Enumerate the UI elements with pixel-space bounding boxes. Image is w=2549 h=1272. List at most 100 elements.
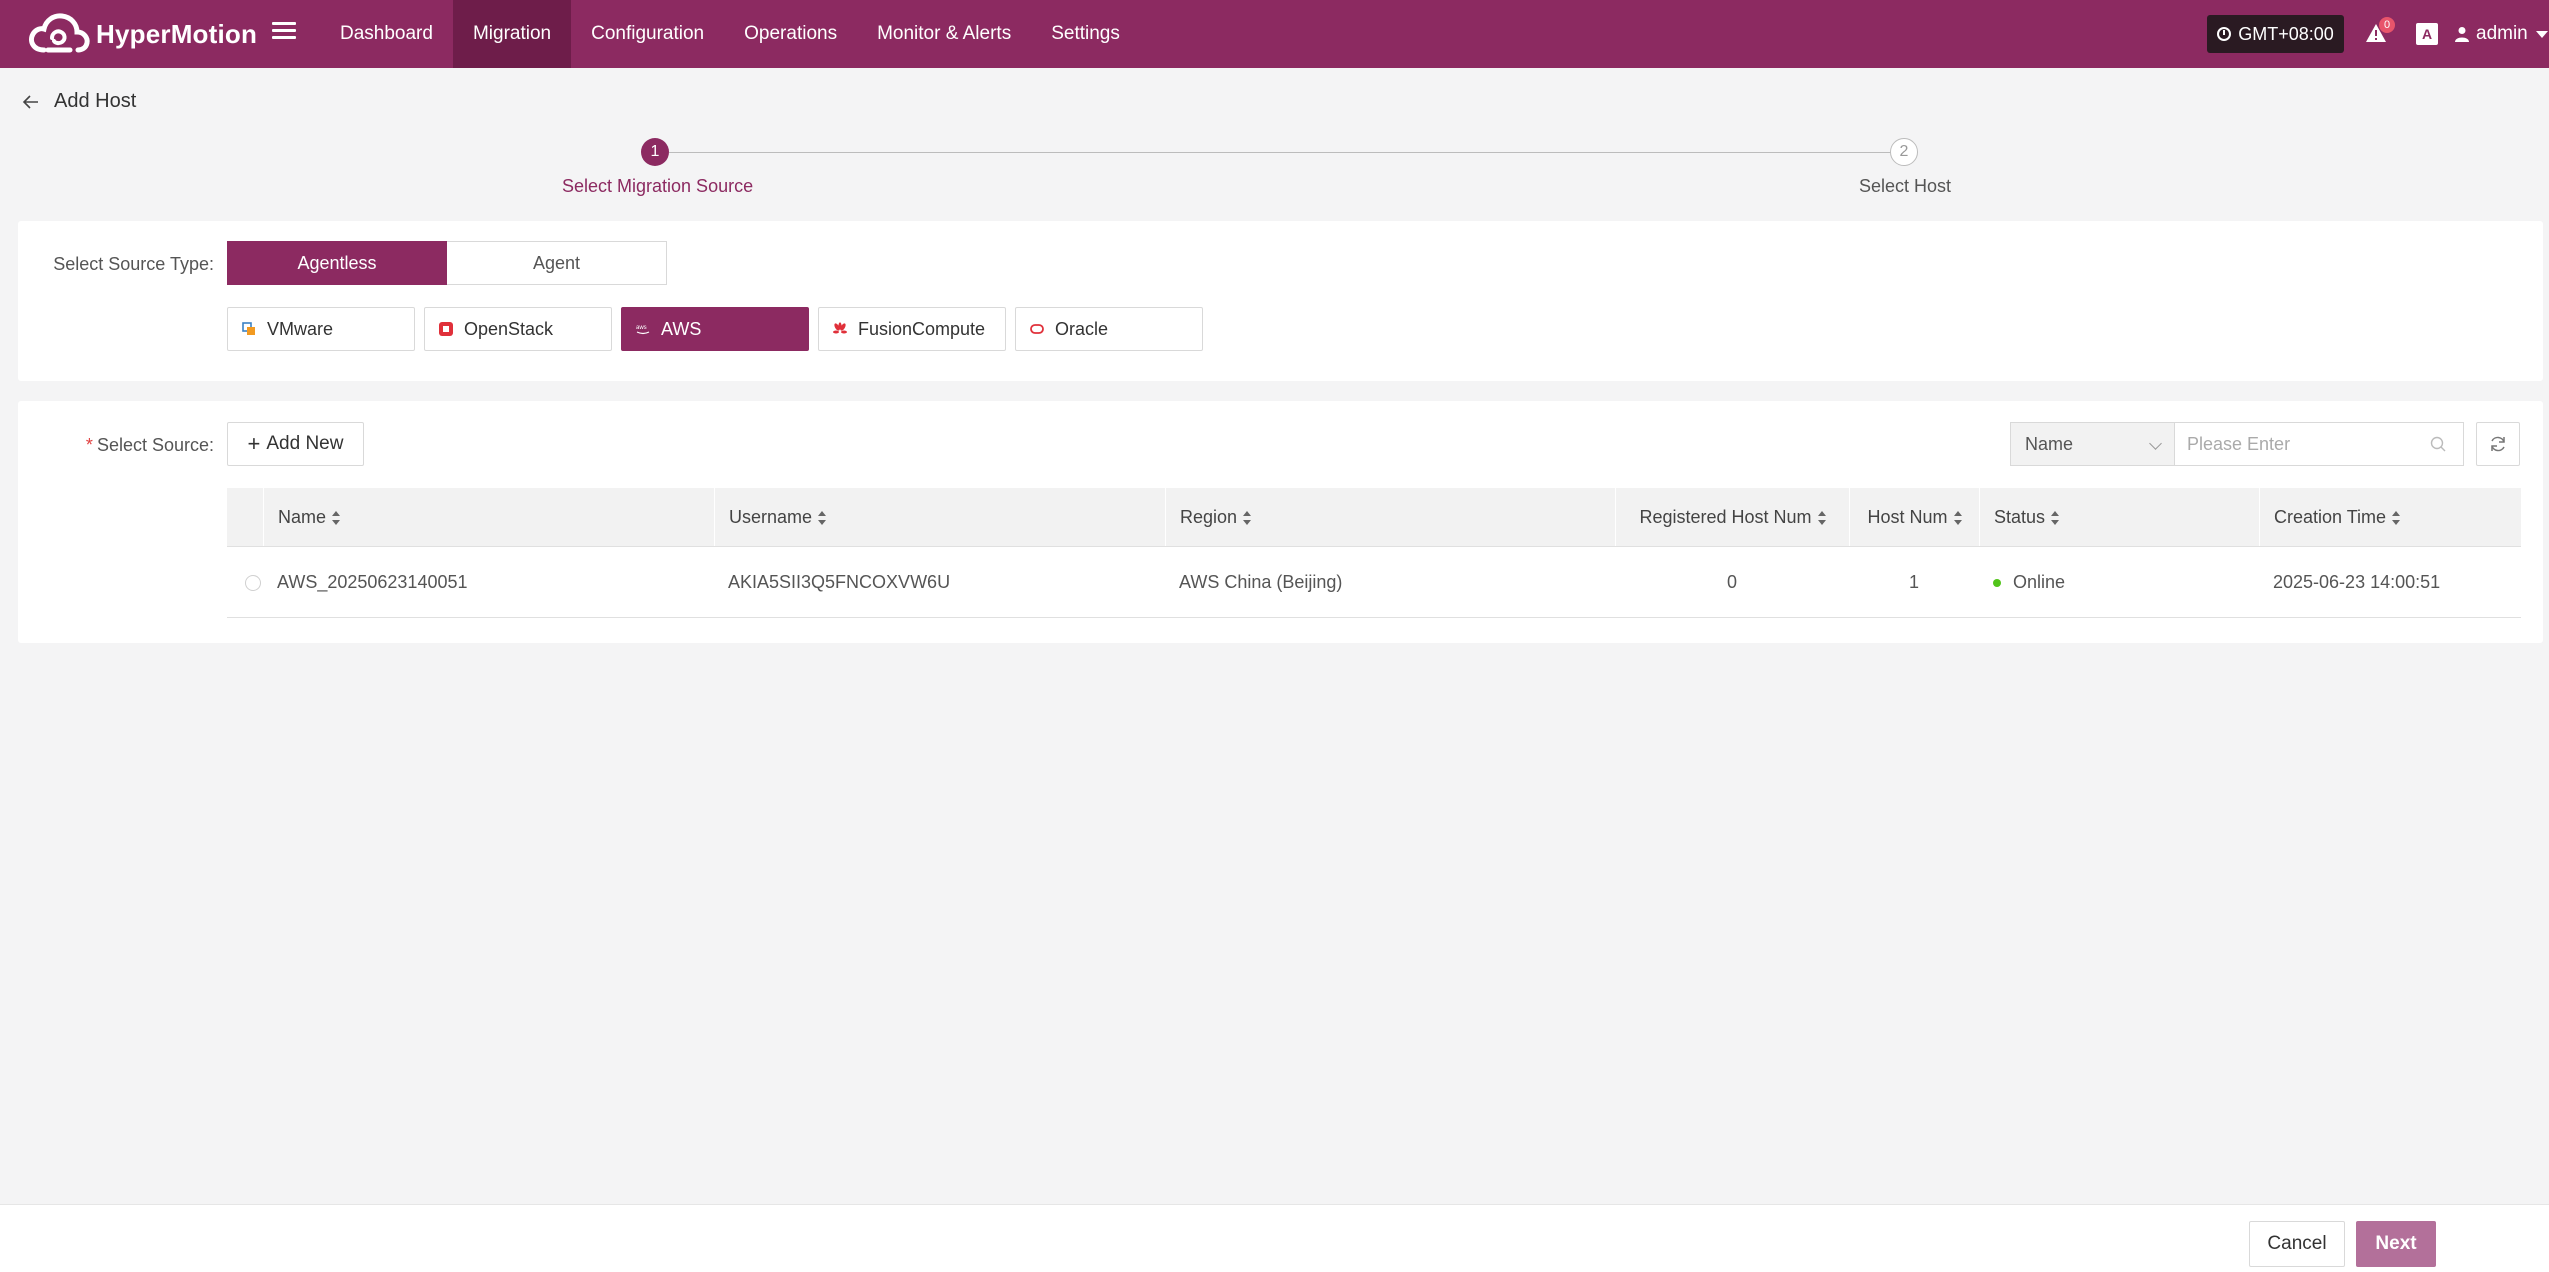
arrow-left-icon bbox=[22, 94, 38, 109]
source-type-label: Select Source Type: bbox=[53, 254, 214, 274]
source-table: Name Username Region Registered Host Num… bbox=[227, 488, 2521, 618]
column-header-creation-time[interactable]: Creation Time bbox=[2259, 488, 2521, 546]
agentless-option[interactable]: Agentless bbox=[227, 241, 447, 285]
step-1-label: Select Migration Source bbox=[562, 176, 754, 196]
vmware-icon bbox=[242, 322, 255, 335]
nav-settings[interactable]: Settings bbox=[1031, 0, 1140, 68]
huawei-icon bbox=[833, 322, 847, 334]
status-online-dot bbox=[1993, 579, 2001, 588]
timezone-label: GMT+08:00 bbox=[2238, 23, 2334, 44]
nav-dashboard[interactable]: Dashboard bbox=[320, 0, 453, 68]
column-title: Registered Host Num bbox=[1639, 507, 1812, 527]
svg-text:aws: aws bbox=[636, 325, 647, 331]
column-header-status[interactable]: Status bbox=[1979, 488, 2259, 546]
source-type-panel: Select Source Type: Agentless Agent VMwa… bbox=[18, 221, 2543, 381]
column-title: Creation Time bbox=[2274, 507, 2387, 527]
platform-fusioncompute[interactable]: FusionCompute bbox=[818, 307, 1006, 351]
back-link[interactable]: Add Host bbox=[22, 90, 136, 113]
cell-username: AKIA5SII3Q5FNCOXVW6U bbox=[728, 572, 951, 592]
sort-icon[interactable] bbox=[332, 511, 341, 526]
cloud-logo-icon bbox=[29, 13, 90, 53]
platform-oracle[interactable]: Oracle bbox=[1015, 307, 1203, 351]
nav-monitor-alerts[interactable]: Monitor & Alerts bbox=[857, 0, 1031, 68]
platform-list: VMware OpenStack aws AWS FusionCompute O… bbox=[227, 307, 1212, 351]
sort-icon[interactable] bbox=[2392, 511, 2401, 526]
sort-icon[interactable] bbox=[818, 511, 827, 526]
sort-icon[interactable] bbox=[1817, 511, 1826, 526]
column-title: Region bbox=[1180, 507, 1238, 527]
sort-icon[interactable] bbox=[2051, 511, 2060, 526]
column-title: Host Num bbox=[1867, 507, 1948, 527]
column-header-name[interactable]: Name bbox=[263, 488, 714, 546]
openstack-icon bbox=[439, 322, 453, 336]
language-icon[interactable]: A bbox=[2416, 23, 2438, 45]
logo[interactable]: HyperMotion bbox=[26, 8, 257, 60]
platform-label: AWS bbox=[661, 318, 702, 339]
plus-icon: + bbox=[247, 431, 261, 456]
main-nav: Dashboard Migration Configuration Operat… bbox=[320, 0, 1140, 68]
platform-aws[interactable]: aws AWS bbox=[621, 307, 809, 351]
platform-vmware[interactable]: VMware bbox=[227, 307, 415, 351]
table-header: Name Username Region Registered Host Num… bbox=[227, 488, 2521, 547]
source-type-toggle: Agentless Agent bbox=[227, 241, 667, 285]
user-icon bbox=[2455, 27, 2469, 42]
nav-configuration[interactable]: Configuration bbox=[571, 0, 724, 68]
footer-bar: Cancel Next bbox=[0, 1204, 2549, 1272]
menu-toggle-icon[interactable] bbox=[272, 18, 296, 42]
brand-name: HyperMotion bbox=[96, 18, 258, 49]
source-list-panel: *Select Source: + Add New Name Name User… bbox=[18, 401, 2543, 643]
aws-icon: aws bbox=[636, 325, 650, 335]
user-menu[interactable]: admin bbox=[2454, 18, 2548, 50]
timezone-button[interactable]: GMT+08:00 bbox=[2207, 15, 2344, 53]
table-row[interactable]: AWS_20250623140051 AKIA5SII3Q5FNCOXVW6U … bbox=[227, 547, 2521, 618]
steps-connector bbox=[669, 152, 1891, 153]
refresh-button[interactable] bbox=[2476, 422, 2520, 466]
search-input[interactable] bbox=[2174, 422, 2464, 466]
column-header-region[interactable]: Region bbox=[1165, 488, 1615, 546]
source-label: * Select Source: bbox=[18, 435, 214, 456]
cell-creation-time: 2025-06-23 14:00:51 bbox=[2273, 572, 2441, 592]
sort-icon[interactable] bbox=[1953, 511, 1962, 526]
cancel-button[interactable]: Cancel bbox=[2249, 1221, 2345, 1267]
chevron-down-icon bbox=[2149, 437, 2162, 450]
required-mark: * bbox=[85, 435, 93, 455]
platform-label: VMware bbox=[267, 318, 334, 339]
search-field-select[interactable]: Name bbox=[2010, 422, 2174, 466]
user-name: admin bbox=[2476, 23, 2528, 44]
column-header-host-num[interactable]: Host Num bbox=[1849, 488, 1979, 546]
search-icon bbox=[2430, 436, 2446, 452]
cell-registered-host-num: 0 bbox=[1726, 572, 1737, 592]
agent-option[interactable]: Agent bbox=[447, 241, 667, 285]
cell-host-num: 1 bbox=[1908, 572, 1919, 592]
step-2-indicator: 2 bbox=[1890, 138, 1918, 166]
row-select-cell bbox=[227, 547, 263, 617]
column-title: Name bbox=[278, 507, 327, 527]
alert-button[interactable]: 0 bbox=[2365, 17, 2395, 46]
nav-migration[interactable]: Migration bbox=[452, 0, 572, 68]
clock-icon bbox=[2217, 27, 2232, 41]
column-header-registered-host-num[interactable]: Registered Host Num bbox=[1615, 488, 1849, 546]
column-title: Status bbox=[1994, 507, 2046, 527]
top-navigation-bar: HyperMotion Dashboard Migration Configur… bbox=[0, 0, 2549, 68]
platform-label: OpenStack bbox=[464, 318, 554, 339]
add-new-button[interactable]: + Add New bbox=[227, 422, 364, 466]
platform-openstack[interactable]: OpenStack bbox=[424, 307, 612, 351]
alert-count-badge: 0 bbox=[2379, 17, 2395, 33]
column-title: Username bbox=[729, 507, 813, 527]
refresh-icon bbox=[2491, 436, 2505, 452]
row-radio[interactable] bbox=[245, 575, 261, 592]
page-title: Add Host bbox=[54, 90, 137, 112]
column-header-username[interactable]: Username bbox=[714, 488, 1165, 546]
select-column-header bbox=[227, 488, 263, 546]
cell-name: AWS_20250623140051 bbox=[277, 572, 468, 592]
chevron-down-icon bbox=[2535, 30, 2548, 38]
next-button[interactable]: Next bbox=[2356, 1221, 2436, 1267]
platform-label: FusionCompute bbox=[858, 318, 986, 339]
nav-operations[interactable]: Operations bbox=[724, 0, 857, 68]
add-new-label: Add New bbox=[266, 433, 344, 454]
cell-status: Online bbox=[1979, 547, 2259, 617]
platform-label: Oracle bbox=[1055, 318, 1109, 339]
source-label-text: Select Source: bbox=[96, 435, 214, 455]
status-text: Online bbox=[2013, 572, 2066, 592]
sort-icon[interactable] bbox=[1243, 511, 1252, 526]
